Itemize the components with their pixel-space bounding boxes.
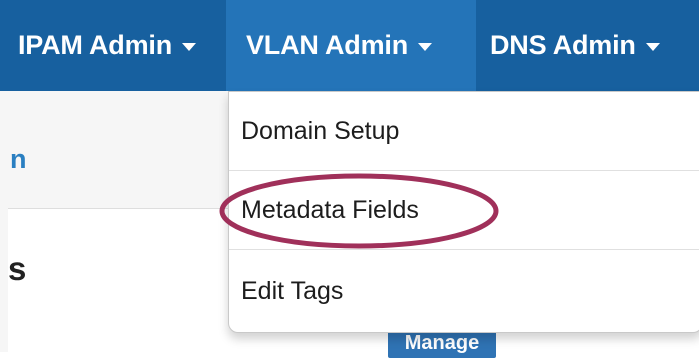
partial-heading-text: s [8,250,27,287]
menu-item-domain-setup[interactable]: Domain Setup [229,92,699,171]
caret-down-icon [182,43,196,51]
nav-dns-admin[interactable]: DNS Admin [476,0,699,91]
caret-down-icon [418,43,432,51]
nav-vlan-admin-label: VLAN Admin [246,30,408,60]
top-navbar: IPAM Admin VLAN Admin DNS Admin [0,0,699,91]
manage-button[interactable]: Manage [388,330,496,358]
partial-link-text[interactable]: n [10,144,27,175]
page-background [0,91,8,352]
menu-item-metadata-fields[interactable]: Metadata Fields [229,171,699,250]
caret-down-icon [645,43,660,51]
menu-item-edit-tags[interactable]: Edit Tags [229,250,699,332]
nav-ipam-admin[interactable]: IPAM Admin [0,0,226,91]
nav-dns-admin-label: DNS Admin [490,30,636,60]
nav-vlan-admin[interactable]: VLAN Admin [226,0,476,91]
vlan-admin-dropdown-menu: Domain Setup Metadata Fields Edit Tags [228,91,699,333]
nav-ipam-admin-label: IPAM Admin [18,30,172,60]
